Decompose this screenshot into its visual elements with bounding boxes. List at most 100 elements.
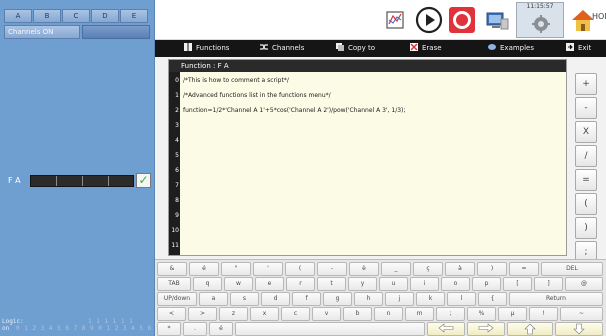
script-editor[interactable]: Function : F A 0 1 2 3 4 5 6 7 8 9 10 11… <box>168 59 567 256</box>
tab-d[interactable]: D <box>91 9 119 23</box>
key[interactable]: m <box>405 307 434 321</box>
key[interactable]: t <box>317 277 346 291</box>
key[interactable]: % <box>467 307 496 321</box>
computer-icon[interactable] <box>483 6 511 34</box>
channel-tabs: A B C D E Channels ON <box>2 3 152 39</box>
record-icon[interactable] <box>448 6 476 34</box>
open-paren-key[interactable]: ( <box>575 193 597 215</box>
key[interactable]: j <box>385 292 414 306</box>
key[interactable]: v <box>312 307 341 321</box>
function-channel-track[interactable] <box>30 175 134 187</box>
key[interactable]: u <box>379 277 408 291</box>
key[interactable]: @ <box>565 277 603 291</box>
key[interactable]: l <box>447 292 476 306</box>
key[interactable]: e <box>255 277 284 291</box>
key[interactable]: ) <box>477 262 507 276</box>
key[interactable]: n <box>374 307 403 321</box>
key[interactable]: x <box>250 307 279 321</box>
key[interactable]: [ <box>503 277 532 291</box>
key[interactable]: ç <box>413 262 443 276</box>
menu-examples[interactable]: Examples <box>487 40 534 57</box>
key[interactable]: y <box>348 277 377 291</box>
key[interactable]: b <box>343 307 372 321</box>
logic-channel-numbers[interactable]: 0 1 2 3 4 5 6 7 8 9 0 1 2 3 4 5 6 <box>16 325 152 332</box>
right-arrow-key[interactable] <box>467 322 505 336</box>
key[interactable]: d <box>261 292 290 306</box>
key[interactable]: o <box>441 277 470 291</box>
virtual-keyboard: & é " ' ( - è _ ç à ) = DEL TAB q w e r … <box>155 259 606 336</box>
key[interactable]: ( <box>285 262 315 276</box>
key[interactable]: µ <box>498 307 527 321</box>
menu-exit[interactable]: Exit <box>565 40 591 57</box>
key[interactable]: ' <box>253 262 283 276</box>
channels-off-button[interactable] <box>82 25 150 39</box>
key[interactable]: ~ <box>560 307 603 321</box>
minus-key[interactable]: - <box>575 97 597 119</box>
play-icon[interactable] <box>415 6 443 34</box>
key[interactable]: é <box>209 322 233 336</box>
menu-channels[interactable]: Channels <box>259 40 304 57</box>
key[interactable]: ; <box>436 307 465 321</box>
key[interactable]: i <box>410 277 439 291</box>
plus-key[interactable]: + <box>575 73 597 95</box>
key[interactable]: = <box>509 262 539 276</box>
key[interactable]: p <box>472 277 501 291</box>
key[interactable]: c <box>281 307 310 321</box>
tab-c[interactable]: C <box>62 9 90 23</box>
key[interactable]: z <box>219 307 248 321</box>
down-arrow-key[interactable] <box>555 322 603 336</box>
key[interactable]: * <box>157 322 181 336</box>
shift-key[interactable]: UP/down <box>157 292 197 306</box>
key[interactable]: è <box>349 262 379 276</box>
left-arrow-icon <box>438 323 454 333</box>
tab-b[interactable]: B <box>33 9 61 23</box>
key[interactable]: _ <box>381 262 411 276</box>
menu-copy-to[interactable]: Copy to <box>335 40 375 57</box>
function-channel-row[interactable]: F A ✓ <box>8 172 151 190</box>
left-arrow-key[interactable] <box>427 322 465 336</box>
key[interactable]: - <box>317 262 347 276</box>
delete-key[interactable]: DEL <box>541 262 603 276</box>
key[interactable]: s <box>230 292 259 306</box>
key[interactable]: w <box>224 277 253 291</box>
settings-icon[interactable] <box>531 14 551 34</box>
key[interactable]: f <box>292 292 321 306</box>
copy-icon <box>336 43 344 51</box>
key[interactable]: k <box>416 292 445 306</box>
key[interactable]: h <box>354 292 383 306</box>
up-arrow-key[interactable] <box>507 322 553 336</box>
space-key[interactable] <box>235 322 425 336</box>
home-label[interactable]: HOM <box>592 12 606 21</box>
key[interactable]: & <box>157 262 187 276</box>
key[interactable]: a <box>199 292 228 306</box>
line-number: 5 <box>175 152 179 159</box>
tab-a[interactable]: A <box>4 9 32 23</box>
key[interactable]: { <box>478 292 507 306</box>
key[interactable]: é <box>189 262 219 276</box>
key[interactable]: ] <box>534 277 563 291</box>
channels-on-button[interactable]: Channels ON <box>4 25 80 39</box>
editor-area: Function : F A 0 1 2 3 4 5 6 7 8 9 10 11… <box>155 57 606 263</box>
key[interactable]: g <box>323 292 352 306</box>
key[interactable]: > <box>188 307 217 321</box>
key[interactable]: ! <box>529 307 558 321</box>
multiply-key[interactable]: X <box>575 121 597 143</box>
key[interactable]: < <box>157 307 186 321</box>
divide-key[interactable]: / <box>575 145 597 167</box>
channel-panel: A B C D E Channels ON F A ✓ Logic: on 0 … <box>0 0 155 336</box>
menu-erase[interactable]: Erase <box>409 40 442 57</box>
tab-key[interactable]: TAB <box>157 277 191 291</box>
function-enabled-checkbox[interactable]: ✓ <box>136 173 151 188</box>
tab-e[interactable]: E <box>120 9 148 23</box>
key[interactable]: q <box>193 277 222 291</box>
return-key[interactable]: Return <box>509 292 603 306</box>
equals-key[interactable]: = <box>575 169 597 191</box>
key[interactable]: r <box>286 277 315 291</box>
key[interactable]: . <box>183 322 207 336</box>
measure-icon[interactable] <box>381 6 409 34</box>
menu-functions[interactable]: Functions <box>183 40 229 57</box>
key[interactable]: " <box>221 262 251 276</box>
key[interactable]: à <box>445 262 475 276</box>
close-paren-key[interactable]: ) <box>575 217 597 239</box>
erase-icon <box>410 43 418 51</box>
